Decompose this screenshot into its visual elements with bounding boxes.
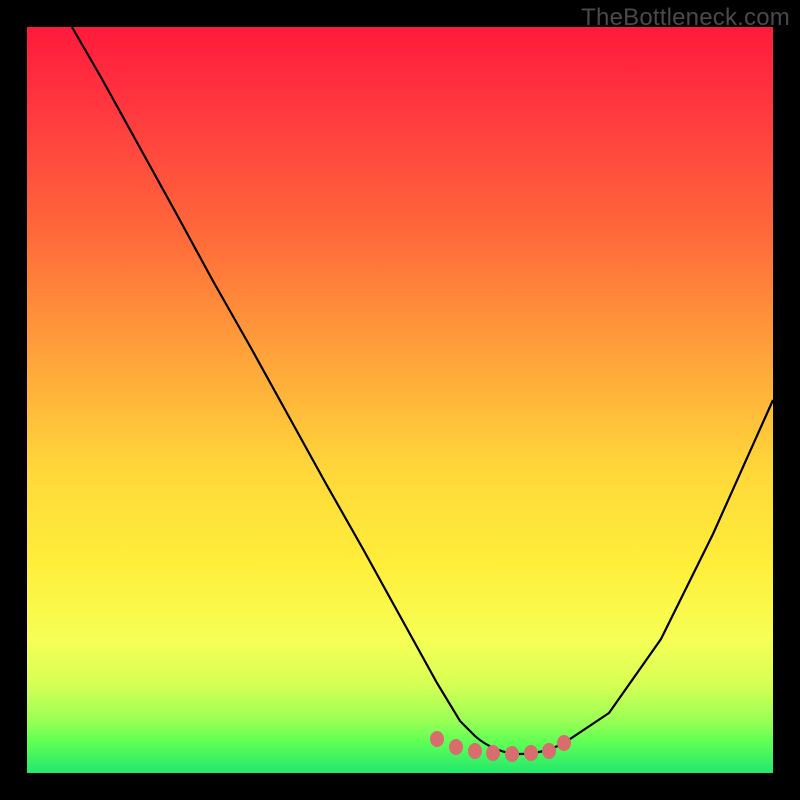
chart-frame: TheBottleneck.com [0, 0, 800, 800]
curve-layer [27, 27, 773, 773]
bottleneck-curve [72, 27, 773, 754]
flat-bottom-dots [430, 731, 571, 762]
watermark-text: TheBottleneck.com [581, 4, 790, 32]
